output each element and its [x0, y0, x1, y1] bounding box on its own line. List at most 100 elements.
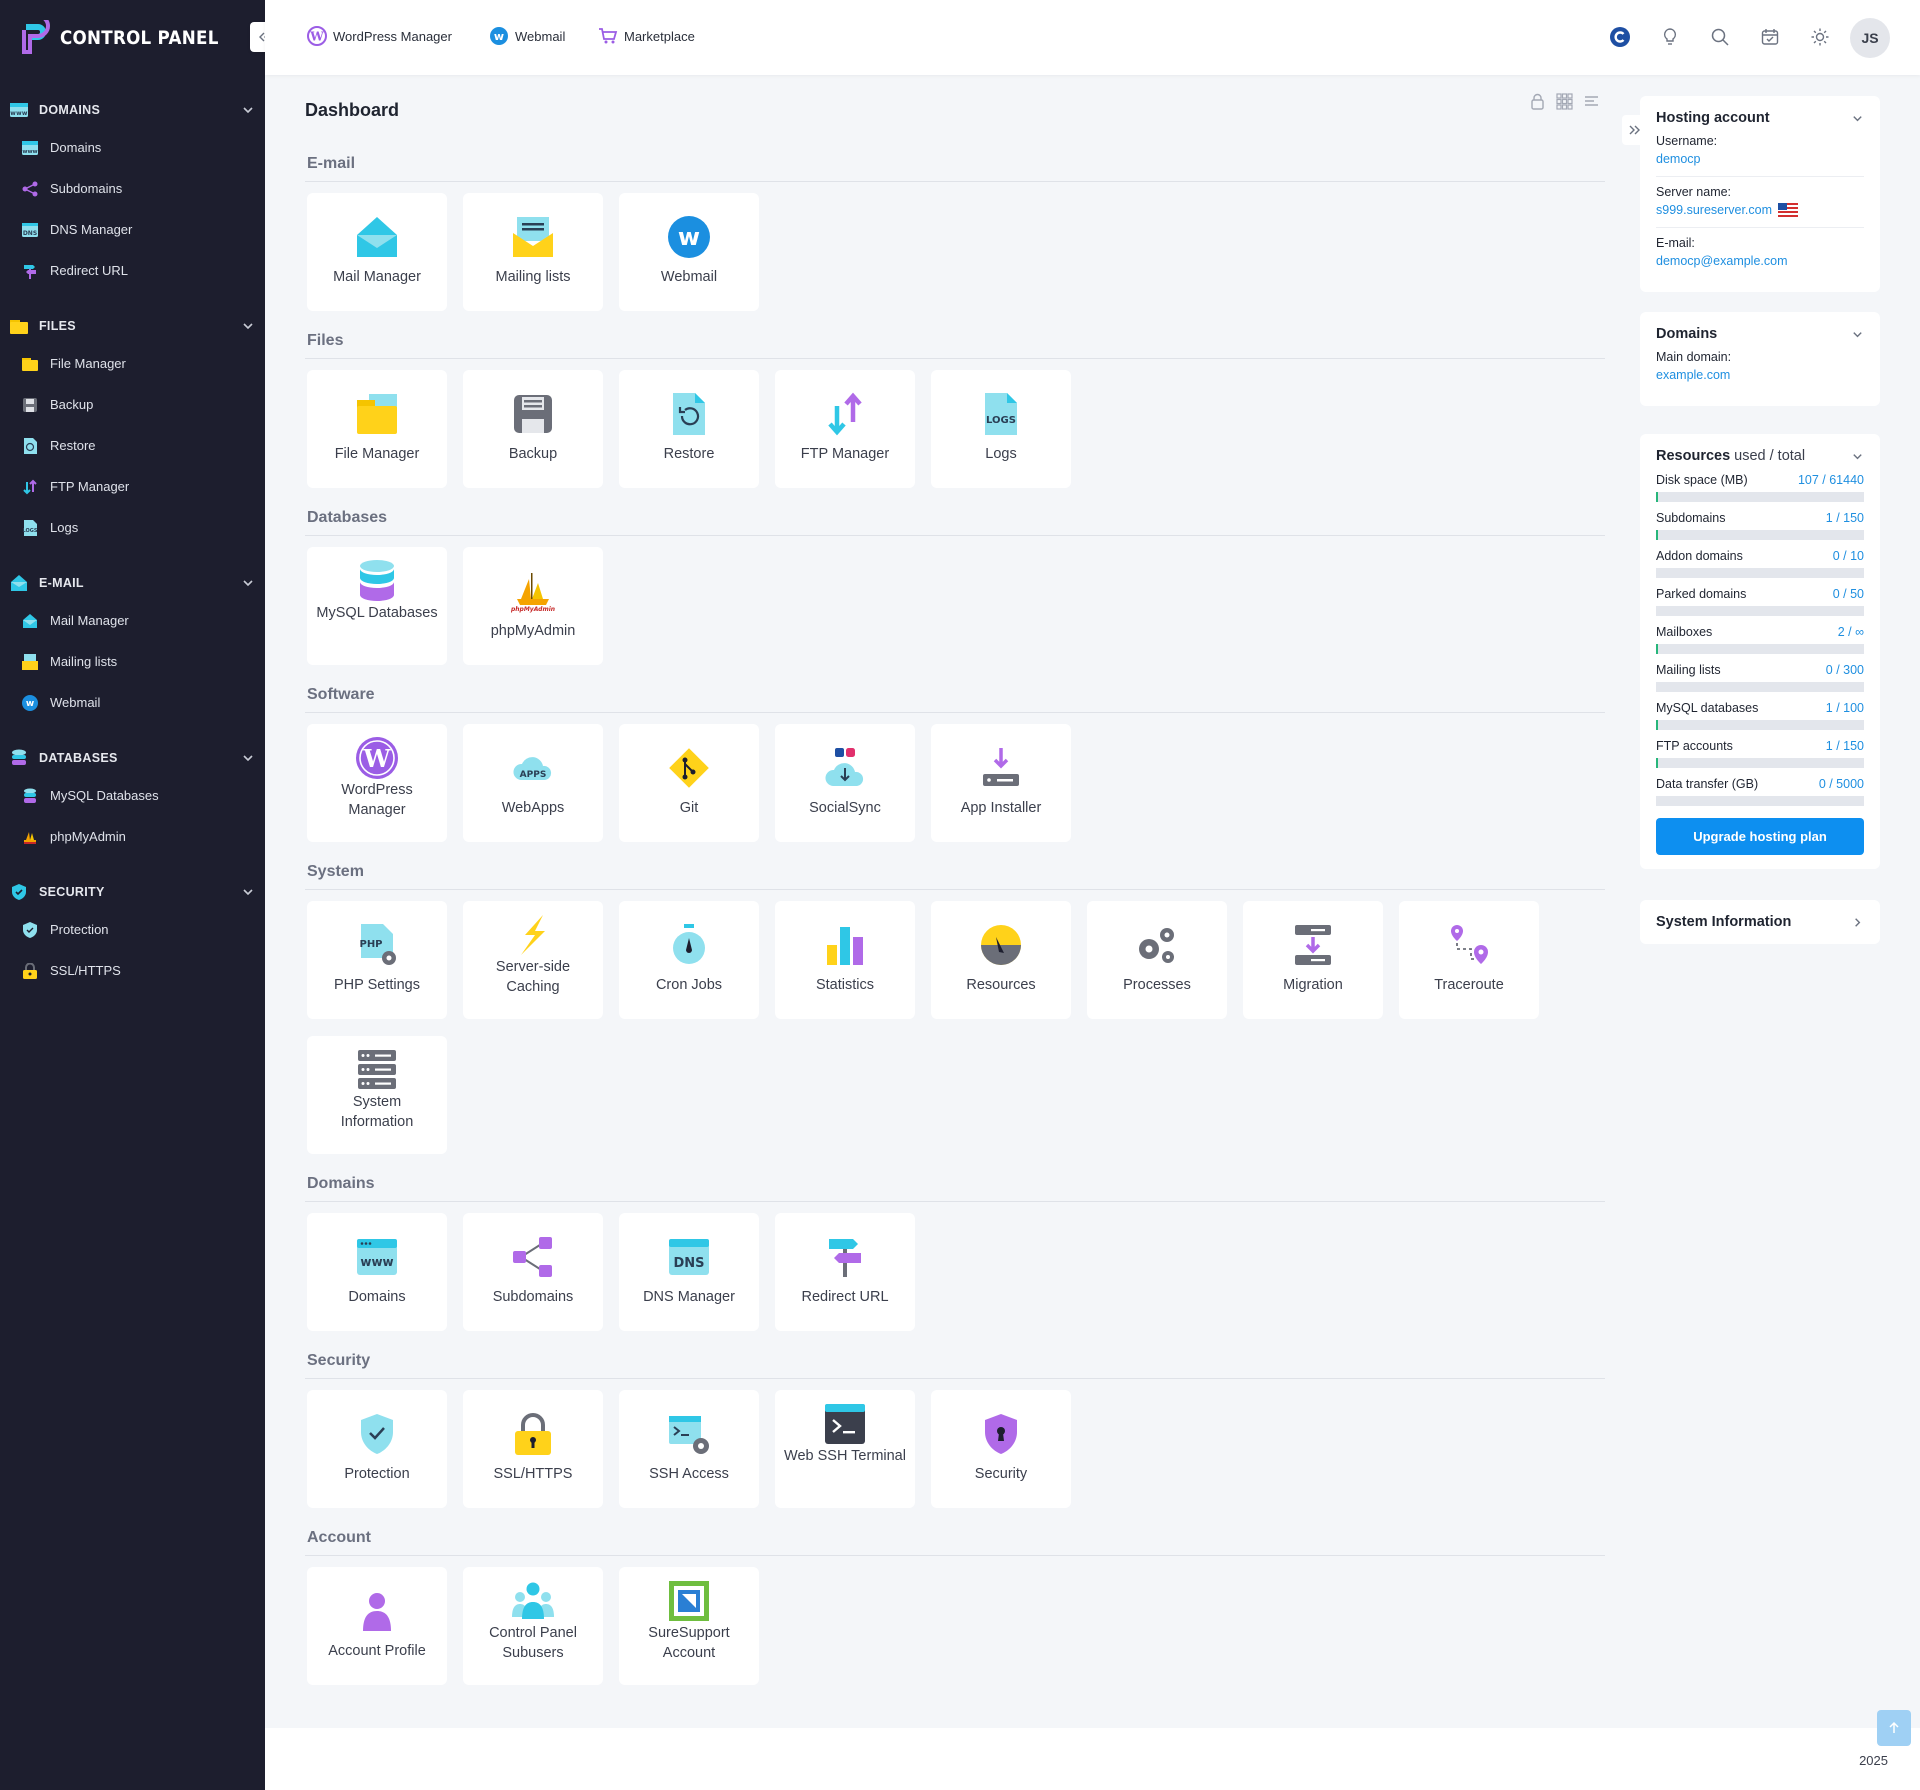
system-information-header[interactable]: System Information	[1656, 914, 1864, 930]
domains-card-header[interactable]: Domains	[1656, 326, 1864, 342]
tile-wordpress-manager[interactable]: W WordPress Manager	[307, 724, 447, 842]
tile-logs[interactable]: LOGS Logs	[931, 370, 1071, 488]
user-avatar[interactable]: JS	[1850, 18, 1890, 58]
tile-dns-manager[interactable]: DNS DNS Manager	[619, 1213, 759, 1331]
sidebar-item-logs[interactable]: LOGS Logs	[0, 507, 265, 548]
theme-toggle-button[interactable]	[1808, 25, 1832, 49]
tile-file-manager[interactable]: File Manager	[307, 370, 447, 488]
tile-phpmyadmin[interactable]: phpMyAdmin phpMyAdmin	[463, 547, 603, 665]
hosting-account-header[interactable]: Hosting account	[1656, 110, 1864, 126]
scroll-to-top-button[interactable]	[1877, 1710, 1911, 1746]
tile-security[interactable]: Security	[931, 1390, 1071, 1508]
svg-text:w: w	[678, 223, 700, 251]
tile-label: MySQL Databases	[316, 605, 438, 621]
nav-header-domains[interactable]: www DOMAINS	[0, 93, 265, 127]
section-title-account: Account	[307, 1529, 371, 1546]
brand[interactable]: CONTROL PANEL	[0, 0, 265, 75]
sidebar-item-mail-manager[interactable]: Mail Manager	[0, 600, 265, 641]
sidebar-item-mysql-databases[interactable]: MySQL Databases	[0, 775, 265, 816]
nav-header-files[interactable]: FILES	[0, 309, 265, 343]
upgrade-hosting-plan-button[interactable]: Upgrade hosting plan	[1656, 818, 1864, 855]
tile-mysql-databases[interactable]: MySQL Databases	[307, 547, 447, 665]
sidebar-item-dns-manager[interactable]: DNS DNS Manager	[0, 209, 265, 250]
resource-value: 0 / 300	[1825, 663, 1864, 677]
resource-row: MySQL databases 1 / 100	[1656, 700, 1864, 730]
tile-php-settings[interactable]: PHP PHP Settings	[307, 901, 447, 1019]
tile-account-profile[interactable]: Account Profile	[307, 1567, 447, 1685]
section-title-security: Security	[307, 1352, 371, 1369]
chevron-down-icon	[243, 755, 253, 762]
nav-header-security[interactable]: SECURITY	[0, 875, 265, 909]
tile-mail-manager[interactable]: Mail Manager	[307, 193, 447, 311]
section-divider	[305, 1555, 1605, 1556]
search-button[interactable]	[1708, 25, 1732, 49]
grid-view-icon[interactable]	[1556, 93, 1573, 110]
tile-ssl-https[interactable]: SSL/HTTPS	[463, 1390, 603, 1508]
sidebar-item-protection[interactable]: Protection	[0, 909, 265, 950]
cpanel-brand-button[interactable]	[1608, 25, 1632, 49]
sidebar-item-webmail[interactable]: w Webmail	[0, 682, 265, 723]
tile-webapps[interactable]: APPS WebApps	[463, 724, 603, 842]
sidebar-item-ssl-https[interactable]: SSL/HTTPS	[0, 950, 265, 991]
sidebar-item-phpmyadmin[interactable]: phpMyAdmin	[0, 816, 265, 857]
tile-resources[interactable]: Resources	[931, 901, 1071, 1019]
tile-migration[interactable]: Migration	[1243, 901, 1383, 1019]
sidebar-item-mailing-lists[interactable]: Mailing lists	[0, 641, 265, 682]
tile-redirect-url[interactable]: Redirect URL	[775, 1213, 915, 1331]
tile-restore[interactable]: Restore	[619, 370, 759, 488]
calendar-button[interactable]	[1758, 25, 1782, 49]
gears-icon	[1139, 928, 1174, 963]
sidebar-item-restore[interactable]: Restore	[0, 425, 265, 466]
card-title: Hosting account	[1656, 110, 1770, 126]
nav-header-email[interactable]: E-MAIL	[0, 566, 265, 600]
tips-button[interactable]	[1658, 25, 1682, 49]
sidebar-item-subdomains[interactable]: Subdomains	[0, 168, 265, 209]
tile-cron-jobs[interactable]: Cron Jobs	[619, 901, 759, 1019]
lock-icon[interactable]	[1529, 93, 1546, 110]
tile-app-installer[interactable]: App Installer	[931, 724, 1071, 842]
sidebar-item-redirect-url[interactable]: Redirect URL	[0, 250, 265, 291]
sidebar-item-file-manager[interactable]: File Manager	[0, 343, 265, 384]
nav-header-databases[interactable]: DATABASES	[0, 741, 265, 775]
tile-system-information[interactable]: System Information	[307, 1036, 447, 1154]
resource-head: Disk space (MB) 107 / 61440	[1656, 472, 1864, 488]
tile-traceroute[interactable]: Traceroute	[1399, 901, 1539, 1019]
tile-backup[interactable]: Backup	[463, 370, 603, 488]
tile-processes[interactable]: Processes	[1087, 901, 1227, 1019]
tile-webmail[interactable]: w Webmail	[619, 193, 759, 311]
sidebar-item-label: Webmail	[50, 695, 101, 710]
sidebar-item-domains[interactable]: www Domains	[0, 127, 265, 168]
tile-socialsync[interactable]: SocialSync	[775, 724, 915, 842]
resources-card-header[interactable]: Resources used / total	[1656, 448, 1864, 464]
server-migration-icon	[1295, 925, 1331, 965]
tile-mailing-lists[interactable]: Mailing lists	[463, 193, 603, 311]
tile-ssh-access[interactable]: SSH Access	[619, 1390, 759, 1508]
sidebar-item-backup[interactable]: Backup	[0, 384, 265, 425]
tile-web-ssh-terminal[interactable]: Web SSH Terminal	[775, 1390, 915, 1508]
server-value: s999.sureserver.com	[1656, 203, 1773, 217]
svg-text:DNS: DNS	[23, 230, 37, 237]
main-domain-value[interactable]: example.com	[1656, 366, 1864, 384]
tile-server-side-caching[interactable]: Server-side Caching	[463, 901, 603, 1019]
tile-protection[interactable]: Protection	[307, 1390, 447, 1508]
main-domain-row: Main domain: example.com	[1656, 348, 1864, 392]
tile-control-panel-subusers[interactable]: Control Panel Subusers	[463, 1567, 603, 1685]
webmail-icon: w	[22, 694, 38, 711]
tile-subdomains[interactable]: Subdomains	[463, 1213, 603, 1331]
tile-domains[interactable]: www Domains	[307, 1213, 447, 1331]
sidebar-item-ftp-manager[interactable]: FTP Manager	[0, 466, 265, 507]
top-link-wordpress-manager[interactable]: W WordPress Manager	[307, 26, 452, 46]
tile-ftp-manager[interactable]: FTP Manager	[775, 370, 915, 488]
arrow-up-icon	[1889, 1721, 1899, 1733]
tile-suresupport-account[interactable]: SureSupport Account	[619, 1567, 759, 1685]
top-link-marketplace[interactable]: Marketplace	[598, 26, 695, 46]
top-link-webmail[interactable]: w Webmail	[489, 26, 565, 46]
section-divider	[305, 712, 1605, 713]
list-view-icon[interactable]	[1583, 93, 1600, 110]
tile-statistics[interactable]: Statistics	[775, 901, 915, 1019]
chevron-down-icon	[1853, 331, 1862, 337]
tile-git[interactable]: Git	[619, 724, 759, 842]
nav-header-label: FILES	[39, 319, 76, 333]
resource-progress-bar	[1656, 758, 1864, 768]
resource-row: Subdomains 1 / 150	[1656, 510, 1864, 540]
